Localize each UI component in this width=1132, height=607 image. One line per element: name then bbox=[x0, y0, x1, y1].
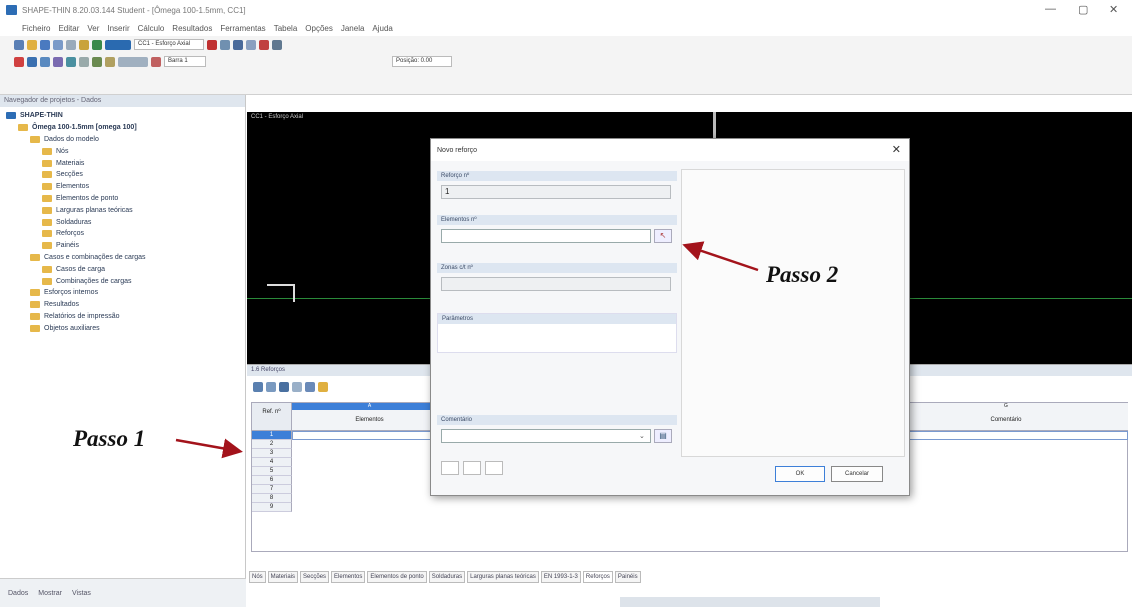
step2-label: Passo 2 bbox=[766, 262, 839, 287]
step2-arrow bbox=[682, 241, 759, 272]
step1-label: Passo 1 bbox=[73, 426, 146, 451]
step1-arrow bbox=[175, 438, 243, 459]
annotation-arrows bbox=[175, 241, 759, 459]
